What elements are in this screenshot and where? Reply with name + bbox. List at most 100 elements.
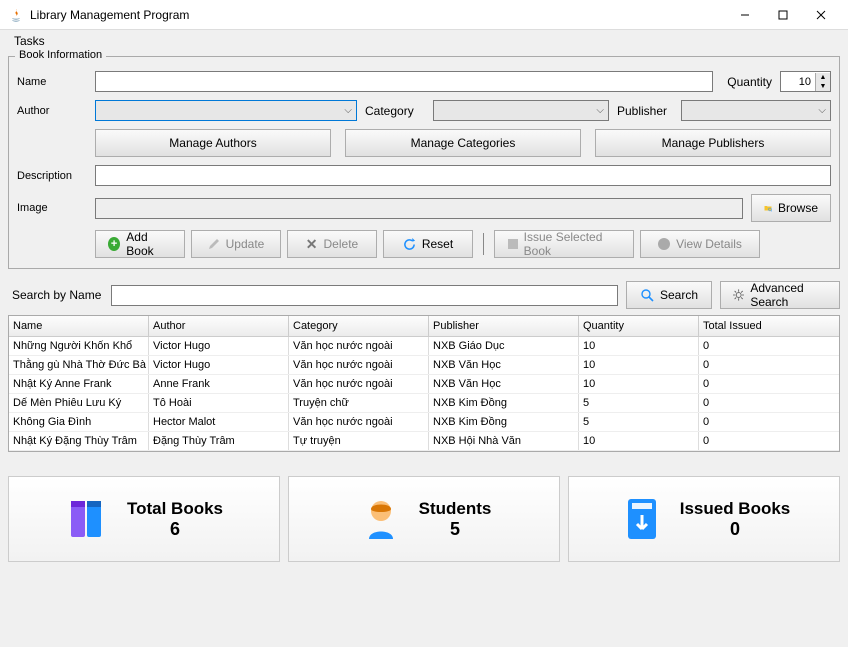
description-input[interactable] — [95, 165, 831, 186]
total-books-label: Total Books — [127, 499, 223, 519]
publisher-label: Publisher — [617, 104, 673, 118]
total-books-card: Total Books 6 — [8, 476, 280, 562]
publisher-combo[interactable] — [681, 100, 831, 121]
table-cell: NXB Giáo Dục — [429, 337, 579, 355]
search-button[interactable]: Search — [626, 281, 712, 309]
search-icon — [640, 288, 654, 302]
table-cell: 0 — [699, 394, 839, 412]
table-cell: Victor Hugo — [149, 356, 289, 374]
table-cell: NXB Kim Đồng — [429, 394, 579, 412]
manage-categories-button[interactable]: Manage Categories — [345, 129, 581, 157]
table-cell: 10 — [579, 337, 699, 355]
author-combo[interactable] — [95, 100, 357, 121]
category-combo[interactable] — [433, 100, 609, 121]
table-cell: Hector Malot — [149, 413, 289, 431]
col-header[interactable]: Total Issued — [699, 316, 839, 336]
dot-icon — [658, 238, 670, 250]
image-path-input — [95, 198, 743, 219]
col-header[interactable]: Category — [289, 316, 429, 336]
col-header[interactable]: Name — [9, 316, 149, 336]
titlebar: Library Management Program — [0, 0, 848, 30]
table-cell: 0 — [699, 356, 839, 374]
table-cell: Dế Mèn Phiêu Lưu Ký — [9, 394, 149, 412]
table-row[interactable]: Nhật Ký Đặng Thùy TrâmĐặng Thùy TrâmTự t… — [9, 432, 839, 451]
table-cell: 5 — [579, 394, 699, 412]
java-icon — [8, 7, 24, 23]
table-cell: 10 — [579, 375, 699, 393]
search-label: Search by Name — [8, 288, 103, 302]
advanced-search-button[interactable]: Advanced Search — [720, 281, 840, 309]
col-header[interactable]: Quantity — [579, 316, 699, 336]
maximize-button[interactable] — [764, 1, 802, 29]
table-cell: Tự truyện — [289, 432, 429, 450]
view-details-button[interactable]: View Details — [640, 230, 760, 258]
plus-icon: + — [108, 237, 120, 251]
window-title: Library Management Program — [30, 8, 726, 22]
gear-icon — [733, 288, 744, 302]
reset-button[interactable]: Reset — [383, 230, 473, 258]
table-cell: NXB Hội Nhà Văn — [429, 432, 579, 450]
books-icon — [65, 495, 113, 543]
spinner-up[interactable]: ▲ — [816, 73, 830, 82]
table-cell: Tô Hoài — [149, 394, 289, 412]
pencil-icon — [208, 238, 220, 250]
minimize-button[interactable] — [726, 1, 764, 29]
table-cell: Truyện chữ — [289, 394, 429, 412]
x-icon: ✕ — [306, 236, 318, 253]
book-info-fieldset: Book Information Name Quantity ▲ ▼ Autho… — [8, 56, 840, 269]
delete-button[interactable]: ✕ Delete — [287, 230, 377, 258]
author-label: Author — [17, 105, 87, 117]
total-books-value: 6 — [127, 519, 223, 540]
fieldset-title: Book Information — [15, 49, 106, 61]
students-value: 5 — [419, 519, 492, 540]
issue-selected-button[interactable]: Issue Selected Book — [494, 230, 634, 258]
table-row[interactable]: Không Gia ĐìnhHector MalotVăn học nước n… — [9, 413, 839, 432]
name-input[interactable] — [95, 71, 713, 92]
menu-tasks[interactable]: Tasks — [8, 32, 51, 50]
table-cell: Nhật Ký Đặng Thùy Trâm — [9, 432, 149, 450]
manage-publishers-button[interactable]: Manage Publishers — [595, 129, 831, 157]
close-button[interactable] — [802, 1, 840, 29]
col-header[interactable]: Publisher — [429, 316, 579, 336]
student-icon — [357, 495, 405, 543]
table-cell: Thằng gù Nhà Thờ Đức Bà — [9, 356, 149, 374]
manage-authors-button[interactable]: Manage Authors — [95, 129, 331, 157]
category-label: Category — [365, 104, 425, 118]
refresh-icon — [403, 238, 416, 251]
students-label: Students — [419, 499, 492, 519]
col-header[interactable]: Author — [149, 316, 289, 336]
quantity-input[interactable] — [781, 72, 815, 91]
menubar: Tasks — [0, 30, 848, 52]
update-button[interactable]: Update — [191, 230, 281, 258]
books-table: NameAuthorCategoryPublisherQuantityTotal… — [8, 315, 840, 452]
table-cell: 5 — [579, 413, 699, 431]
table-cell: NXB Kim Đồng — [429, 413, 579, 431]
table-cell: 0 — [699, 432, 839, 450]
students-card: Students 5 — [288, 476, 560, 562]
table-cell: Nhật Ký Anne Frank — [9, 375, 149, 393]
table-row[interactable]: Thằng gù Nhà Thờ Đức BàVictor HugoVăn họ… — [9, 356, 839, 375]
table-row[interactable]: Dế Mèn Phiêu Lưu KýTô HoàiTruyện chữNXB … — [9, 394, 839, 413]
browse-button[interactable]: Browse — [751, 194, 831, 222]
table-cell: 0 — [699, 413, 839, 431]
spinner-down[interactable]: ▼ — [816, 82, 830, 91]
book-icon — [507, 238, 518, 250]
table-cell: 10 — [579, 356, 699, 374]
table-cell: Không Gia Đình — [9, 413, 149, 431]
search-input[interactable] — [111, 285, 618, 306]
issued-icon — [618, 495, 666, 543]
description-label: Description — [17, 170, 87, 182]
quantity-spinner[interactable]: ▲ ▼ — [780, 71, 831, 92]
table-cell: Văn học nước ngoài — [289, 356, 429, 374]
table-cell: NXB Văn Học — [429, 375, 579, 393]
add-book-button[interactable]: + Add Book — [95, 230, 185, 258]
image-label: Image — [17, 202, 87, 214]
table-cell: 0 — [699, 375, 839, 393]
table-cell: Anne Frank — [149, 375, 289, 393]
table-cell: Đặng Thùy Trâm — [149, 432, 289, 450]
quantity-label: Quantity — [727, 75, 772, 89]
table-cell: Văn học nước ngoài — [289, 413, 429, 431]
issued-label: Issued Books — [680, 499, 791, 519]
table-row[interactable]: Nhật Ký Anne FrankAnne FrankVăn học nước… — [9, 375, 839, 394]
table-row[interactable]: Những Người Khốn KhổVictor HugoVăn học n… — [9, 337, 839, 356]
